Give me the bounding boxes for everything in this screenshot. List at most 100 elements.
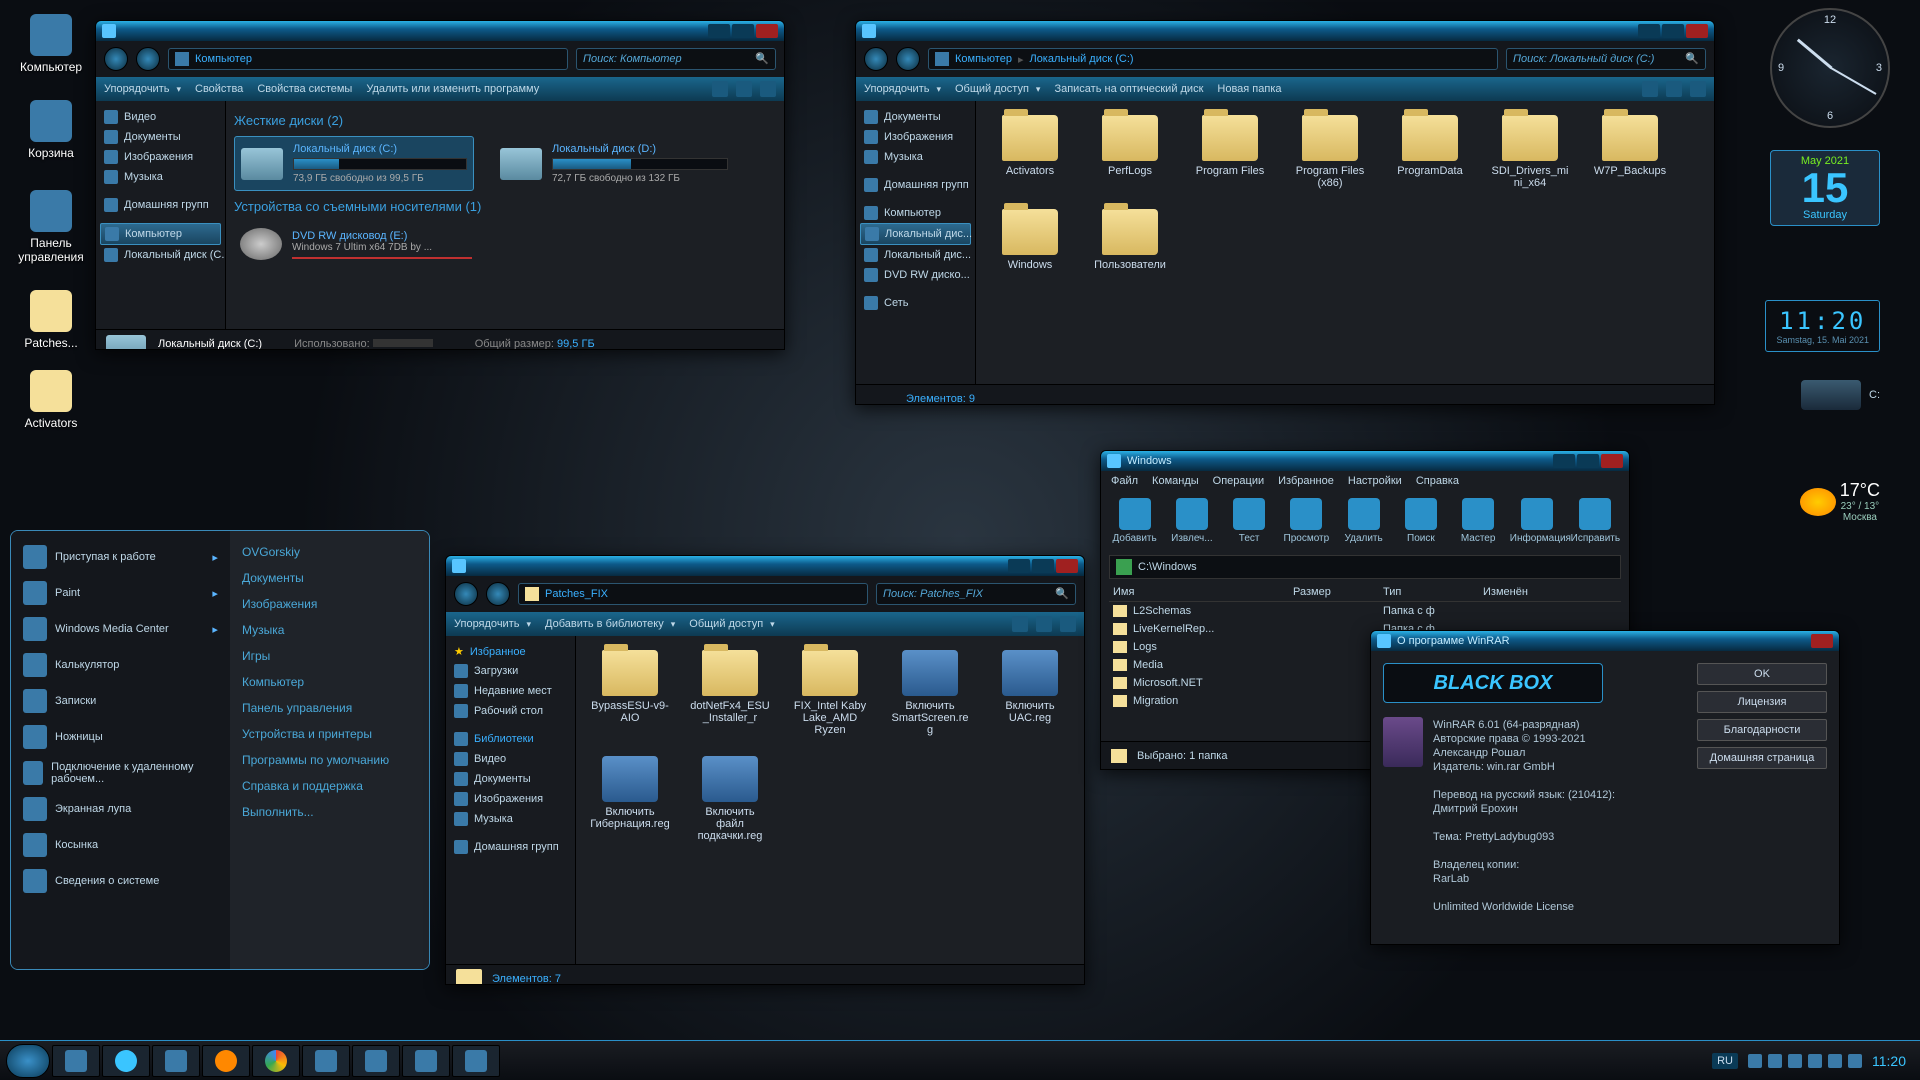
burn-button[interactable]: Записать на оптический диск — [1054, 83, 1203, 95]
drive-c[interactable]: Локальный диск (C:)73,9 ГБ свободно из 9… — [234, 136, 474, 191]
sidebar-item[interactable]: Документы — [860, 107, 971, 127]
winrar-tool-button[interactable]: Поиск — [1395, 498, 1446, 544]
folder-item[interactable]: Program Files — [1184, 109, 1276, 195]
desktop-icon-computer[interactable]: Компьютер — [16, 14, 86, 74]
taskbar-item[interactable] — [452, 1045, 500, 1077]
tray-icon[interactable] — [1808, 1054, 1822, 1068]
start-menu-place[interactable]: Изображения — [238, 591, 421, 617]
taskbar-item[interactable] — [352, 1045, 400, 1077]
sidebar-libraries[interactable]: Библиотеки — [450, 729, 571, 749]
start-menu-item[interactable]: Записки — [19, 683, 222, 719]
back-button[interactable] — [864, 47, 888, 71]
min-button[interactable] — [1008, 559, 1030, 573]
close-button[interactable] — [1601, 454, 1623, 468]
start-menu-item[interactable]: Экранная лупа — [19, 791, 222, 827]
start-menu-place[interactable]: Документы — [238, 565, 421, 591]
titlebar[interactable] — [446, 556, 1084, 576]
tray-icon[interactable] — [1848, 1054, 1862, 1068]
help-button[interactable] — [1060, 616, 1076, 632]
winrar-tool-button[interactable]: Исправить — [1570, 498, 1621, 544]
sidebar-drive[interactable]: DVD RW диско... — [860, 265, 971, 285]
language-indicator[interactable]: RU — [1712, 1053, 1738, 1069]
menu-item[interactable]: Избранное — [1278, 475, 1334, 487]
system-props-button[interactable]: Свойства системы — [257, 83, 352, 95]
winrar-tool-button[interactable]: Удалить — [1338, 498, 1389, 544]
close-button[interactable] — [1056, 559, 1078, 573]
preview-button[interactable] — [1666, 81, 1682, 97]
folder-item[interactable]: Activators — [984, 109, 1076, 195]
start-menu-item[interactable]: Калькулятор — [19, 647, 222, 683]
forward-button[interactable] — [136, 47, 160, 71]
search-input[interactable]: Поиск: Локальный диск (C:)🔍 — [1506, 48, 1706, 70]
sidebar-item[interactable]: Видео — [100, 107, 221, 127]
digital-clock-gadget[interactable]: 11:20Samstag, 15. Mai 2021 — [1765, 300, 1880, 352]
titlebar[interactable] — [856, 21, 1714, 41]
min-button[interactable] — [1638, 24, 1660, 38]
winrar-tool-button[interactable]: Мастер — [1453, 498, 1504, 544]
forward-button[interactable] — [486, 582, 510, 606]
address-bar[interactable]: Компьютер — [168, 48, 568, 70]
forward-button[interactable] — [896, 47, 920, 71]
sidebar-drive[interactable]: Локальный диск (C... — [100, 245, 221, 265]
close-button[interactable] — [1811, 634, 1833, 648]
tray-icon[interactable] — [1788, 1054, 1802, 1068]
folder-item[interactable]: FIX_Intel Kaby Lake_AMD Ryzen — [784, 644, 876, 742]
folder-item[interactable]: Включить SmartScreen.reg — [884, 644, 976, 742]
about-button[interactable]: OK — [1697, 663, 1827, 685]
start-menu-item[interactable]: Сведения о системе — [19, 863, 222, 899]
folder-item[interactable]: SDI_Drivers_mini_x64 — [1484, 109, 1576, 195]
address-bar[interactable]: Patches_FIX — [518, 583, 868, 605]
start-menu-item[interactable]: Windows Media Center▸ — [19, 611, 222, 647]
library-menu[interactable]: Добавить в библиотеку — [545, 618, 675, 630]
start-menu-item[interactable]: Косынка — [19, 827, 222, 863]
view-button[interactable] — [1642, 81, 1658, 97]
sidebar-computer[interactable]: Компьютер — [100, 223, 221, 245]
folder-item[interactable]: ProgramData — [1384, 109, 1476, 195]
tray-clock[interactable]: 11:20 — [1872, 1053, 1906, 1069]
max-button[interactable] — [1577, 454, 1599, 468]
sidebar-homegroup[interactable]: Домашняя групп — [860, 175, 971, 195]
start-menu-place[interactable]: Музыка — [238, 617, 421, 643]
folder-item[interactable]: W7P_Backups — [1584, 109, 1676, 195]
address-bar[interactable]: Компьютер▸Локальный диск (C:) — [928, 48, 1498, 70]
up-icon[interactable] — [1116, 559, 1132, 575]
sidebar-homegroup[interactable]: Домашняя групп — [450, 837, 571, 857]
winrar-tool-button[interactable]: Просмотр — [1281, 498, 1332, 544]
start-menu-place[interactable]: Справка и поддержка — [238, 773, 421, 799]
min-button[interactable] — [708, 24, 730, 38]
calendar-gadget[interactable]: May 202115Saturday — [1770, 150, 1880, 226]
sidebar-item[interactable]: Изображения — [450, 789, 571, 809]
menu-item[interactable]: Команды — [1152, 475, 1199, 487]
back-button[interactable] — [454, 582, 478, 606]
winrar-tool-button[interactable]: Информация — [1510, 498, 1564, 544]
about-button[interactable]: Лицензия — [1697, 691, 1827, 713]
menu-item[interactable]: Операции — [1213, 475, 1264, 487]
search-input[interactable]: Поиск: Компьютер🔍 — [576, 48, 776, 70]
share-menu[interactable]: Общий доступ — [955, 83, 1040, 95]
help-button[interactable] — [760, 81, 776, 97]
sidebar-item[interactable]: Документы — [450, 769, 571, 789]
sidebar-item[interactable]: Изображения — [100, 147, 221, 167]
desktop-icon-recycle[interactable]: Корзина — [16, 100, 86, 160]
desktop-icon-patches[interactable]: Patches... — [16, 290, 86, 350]
organize-menu[interactable]: Упорядочить — [864, 83, 941, 95]
start-menu-place[interactable]: Устройства и принтеры — [238, 721, 421, 747]
back-button[interactable] — [104, 47, 128, 71]
dvd-drive[interactable]: DVD RW дисковод (E:)Windows 7 Ultim x64 … — [234, 222, 776, 266]
folder-item[interactable]: BypassESU-v9-AIO — [584, 644, 676, 742]
winrar-tool-button[interactable]: Добавить — [1109, 498, 1160, 544]
view-button[interactable] — [1012, 616, 1028, 632]
folder-item[interactable]: Включить UAC.reg — [984, 644, 1076, 742]
folder-item[interactable]: PerfLogs — [1084, 109, 1176, 195]
start-menu-item[interactable]: Подключение к удаленному рабочем... — [19, 755, 222, 791]
start-menu-place[interactable]: Игры — [238, 643, 421, 669]
sidebar-item[interactable]: Изображения — [860, 127, 971, 147]
preview-button[interactable] — [736, 81, 752, 97]
titlebar[interactable]: О программе WinRAR — [1371, 631, 1839, 651]
list-row[interactable]: L2SchemasПапка с ф — [1109, 602, 1621, 620]
tray-icon[interactable] — [1828, 1054, 1842, 1068]
taskbar-item[interactable] — [102, 1045, 150, 1077]
taskbar-item[interactable] — [252, 1045, 300, 1077]
winrar-address[interactable]: C:\Windows — [1109, 555, 1621, 579]
menu-item[interactable]: Справка — [1416, 475, 1459, 487]
